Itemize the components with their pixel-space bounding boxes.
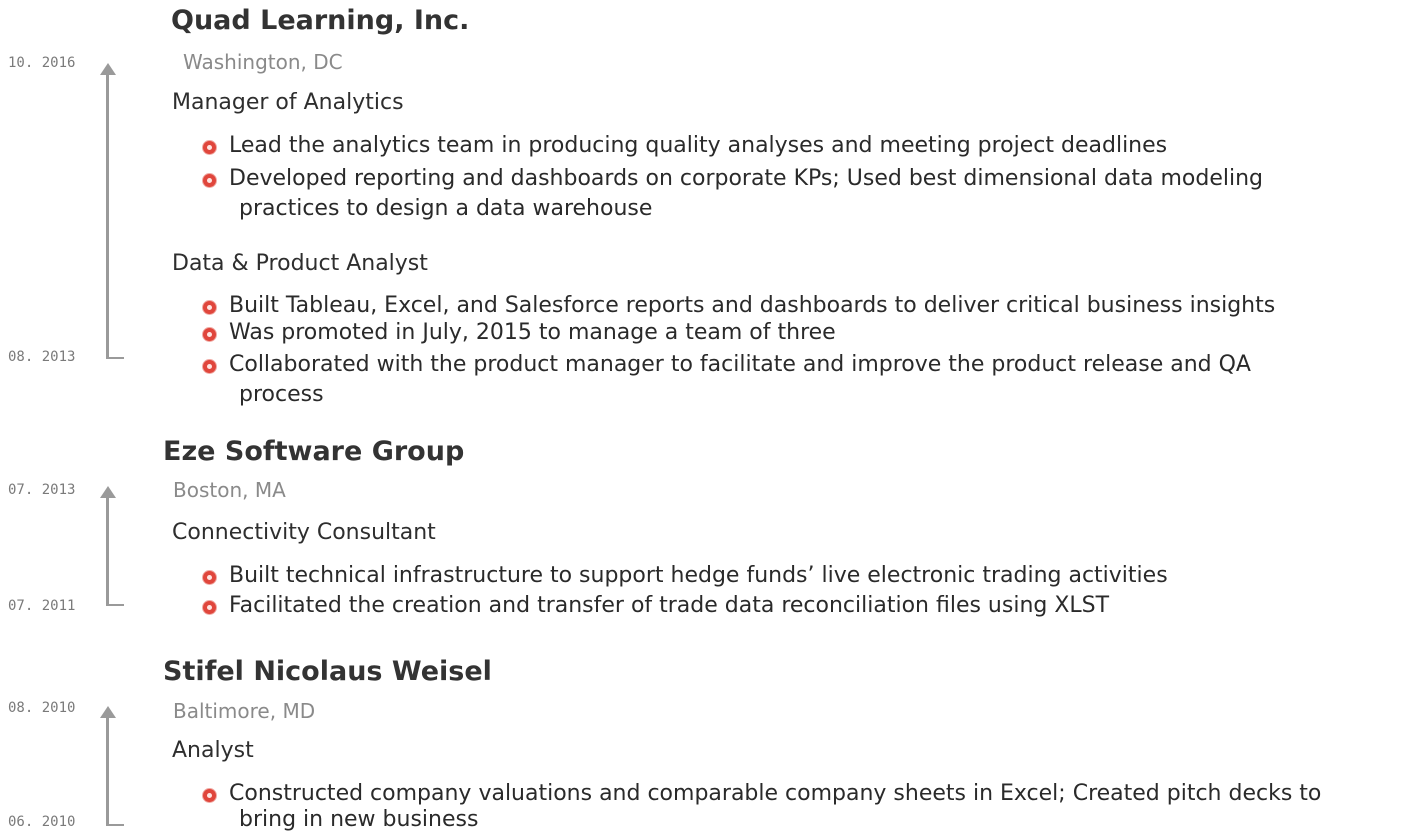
bullet-dot-icon bbox=[203, 301, 216, 314]
bullet-text: Was promoted in July, 2015 to manage a t… bbox=[229, 320, 836, 345]
bullet-dot-icon bbox=[203, 601, 216, 614]
bullet-text: Built technical infrastructure to suppor… bbox=[229, 563, 1168, 588]
date-start: 08. 2010 bbox=[8, 700, 76, 716]
timeline-end-tick bbox=[106, 824, 124, 826]
company-location: Baltimore, MD bbox=[173, 699, 316, 723]
company-name: Quad Learning, Inc. bbox=[171, 5, 470, 36]
bullet-text: Facilitated the creation and transfer of… bbox=[229, 593, 1110, 618]
bullet-text-continued: bring in new business bbox=[239, 807, 479, 832]
role-title: Analyst bbox=[172, 738, 254, 763]
role-title: Connectivity Consultant bbox=[172, 520, 436, 545]
timeline-line bbox=[106, 717, 109, 825]
date-start: 10. 2016 bbox=[8, 55, 76, 71]
bullet-dot-icon bbox=[203, 174, 216, 187]
company-location: Washington, DC bbox=[183, 50, 343, 74]
company-location: Boston, MA bbox=[173, 478, 286, 502]
bullet-text-continued: process bbox=[239, 382, 324, 407]
bullet-dot-icon bbox=[203, 360, 216, 373]
bullet-item: Collaborated with the product manager to… bbox=[203, 350, 1251, 380]
bullet-text-continued: practices to design a data warehouse bbox=[239, 196, 653, 221]
bullet-dot-icon bbox=[203, 789, 216, 802]
bullet-item: Developed reporting and dashboards on co… bbox=[203, 164, 1263, 194]
bullet-text: Built Tableau, Excel, and Salesforce rep… bbox=[229, 293, 1276, 318]
timeline-line bbox=[106, 74, 109, 358]
bullet-item: Facilitated the creation and transfer of… bbox=[203, 591, 1109, 621]
bullet-text: Collaborated with the product manager to… bbox=[229, 352, 1251, 377]
date-end: 08. 2013 bbox=[8, 349, 76, 365]
bullet-text: Developed reporting and dashboards on co… bbox=[229, 166, 1264, 191]
timeline-end-tick bbox=[106, 357, 124, 359]
role-title: Data & Product Analyst bbox=[172, 251, 428, 276]
timeline-end-tick bbox=[106, 604, 124, 606]
role-title: Manager of Analytics bbox=[172, 90, 404, 115]
bullet-item: Was promoted in July, 2015 to manage a t… bbox=[203, 318, 836, 348]
bullet-dot-icon bbox=[203, 328, 216, 341]
bullet-dot-icon bbox=[203, 141, 216, 154]
bullet-item: Lead the analytics team in producing qua… bbox=[203, 131, 1167, 161]
bullet-item: Built technical infrastructure to suppor… bbox=[203, 561, 1168, 591]
date-end: 06. 2010 bbox=[8, 814, 76, 830]
timeline-line bbox=[106, 497, 109, 605]
date-start: 07. 2013 bbox=[8, 482, 76, 498]
company-name: Eze Software Group bbox=[163, 436, 465, 467]
bullet-dot-icon bbox=[203, 571, 216, 584]
bullet-item: Built Tableau, Excel, and Salesforce rep… bbox=[203, 291, 1275, 321]
company-name: Stifel Nicolaus Weisel bbox=[163, 656, 492, 687]
bullet-text: Lead the analytics team in producing qua… bbox=[229, 133, 1168, 158]
date-end: 07. 2011 bbox=[8, 598, 76, 614]
